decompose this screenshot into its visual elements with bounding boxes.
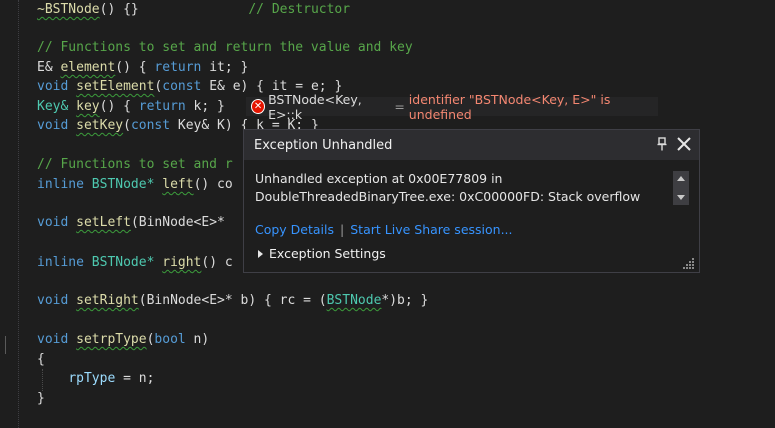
code-line-destructor[interactable]: ~BSTNode() {} // Destructor bbox=[37, 0, 350, 19]
scroll-up-icon[interactable] bbox=[677, 176, 685, 181]
error-symbol: BSTNode<Key, E>::k bbox=[268, 91, 362, 122]
popup-title: Exception Unhandled bbox=[254, 137, 393, 153]
code-line-key[interactable]: Key& key() { return k; } bbox=[37, 97, 225, 116]
function-name: left bbox=[162, 177, 194, 192]
type-name: E& bbox=[37, 60, 53, 75]
type-name: BSTNode* bbox=[91, 177, 155, 192]
code-line-comment-2[interactable]: // Functions to set and r bbox=[37, 155, 233, 174]
comment: // Functions to set and return the value… bbox=[37, 40, 413, 55]
comment: // Functions to set and r bbox=[37, 157, 233, 172]
scroll-down-icon[interactable] bbox=[677, 195, 685, 200]
function-name: right bbox=[162, 255, 202, 270]
exception-unhandled-popup: Exception Unhandled Unhandled exception … bbox=[243, 129, 700, 273]
live-share-link[interactable]: Start Live Share session... bbox=[350, 222, 512, 237]
function-name: setLeft bbox=[76, 215, 131, 230]
code-text: () { bbox=[99, 99, 139, 114]
variable-name: rpType bbox=[68, 371, 116, 386]
code-text: () c bbox=[201, 255, 233, 270]
code-text: () { bbox=[115, 60, 155, 75]
code-text: = n; bbox=[115, 371, 155, 386]
code-line-close-brace[interactable]: } bbox=[37, 389, 45, 408]
code-line-open-brace[interactable]: { bbox=[37, 350, 45, 369]
expand-triangle-icon bbox=[258, 249, 263, 258]
link-separator: | bbox=[340, 222, 345, 237]
exception-message-line-2: DoubleThreadedBinaryTree.exe: 0xC00000FD… bbox=[255, 189, 641, 204]
type-name: BSTNode* bbox=[91, 255, 155, 270]
code-line-set-left[interactable]: void setLeft(BinNode<E>* bbox=[37, 213, 233, 232]
comment: // Destructor bbox=[248, 2, 351, 17]
code-text: k; } bbox=[185, 99, 225, 114]
copy-details-link[interactable]: Copy Details bbox=[255, 222, 334, 237]
exception-settings-label: Exception Settings bbox=[269, 246, 386, 261]
error-quick-info: ✕ BSTNode<Key, E>::k = identifier "BSTNo… bbox=[246, 92, 658, 122]
popup-header: Exception Unhandled bbox=[244, 130, 699, 160]
brace: { bbox=[37, 352, 45, 367]
pin-icon[interactable] bbox=[655, 137, 669, 153]
keyword: void bbox=[37, 118, 69, 133]
exception-message: Unhandled exception at 0x00E77809 in Dou… bbox=[244, 160, 699, 230]
code-line-set-right[interactable]: void setRight(BinNode<E>* b) { rc = (BST… bbox=[37, 291, 428, 310]
function-name: element bbox=[60, 60, 116, 75]
code-text: ( bbox=[123, 118, 131, 133]
close-icon[interactable] bbox=[675, 135, 693, 153]
keyword: void bbox=[37, 293, 69, 308]
code-line-right[interactable]: inline BSTNode* right() c bbox=[37, 253, 233, 272]
message-scrollbar[interactable] bbox=[673, 171, 689, 205]
keyword: return bbox=[138, 99, 186, 114]
code-text: (BinNode<E>* b) { rc = ( bbox=[138, 293, 327, 308]
keyword: inline bbox=[37, 255, 84, 270]
popup-links: Copy Details | Start Live Share session.… bbox=[255, 222, 513, 237]
keyword: inline bbox=[37, 177, 84, 192]
function-name: setElement bbox=[76, 79, 155, 94]
code-text: n) bbox=[185, 332, 210, 347]
error-equals: = bbox=[394, 99, 405, 114]
keyword: bool bbox=[154, 332, 186, 347]
code-line-set-rp-type[interactable]: void setrpType(bool n) bbox=[37, 330, 209, 349]
type-name: BSTNode bbox=[326, 293, 382, 308]
fold-marker[interactable] bbox=[5, 336, 6, 354]
code-text: (BinNode<E>* bbox=[130, 215, 233, 230]
function-name: setrpType bbox=[76, 332, 147, 347]
brace: } bbox=[37, 391, 45, 406]
error-message: identifier "BSTNode<Key, E>" is undefine… bbox=[408, 91, 611, 122]
exception-settings-expander[interactable]: Exception Settings bbox=[258, 246, 386, 261]
destructor-name: ~BSTNode bbox=[37, 2, 100, 17]
keyword: void bbox=[37, 79, 69, 94]
code-line-rp-type-assign[interactable]: rpType = n; bbox=[37, 369, 154, 388]
pin-icon-glyph bbox=[657, 137, 667, 151]
code-text: () {} bbox=[99, 2, 139, 17]
error-icon: ✕ bbox=[251, 99, 266, 114]
code-line-left[interactable]: inline BSTNode* left() co bbox=[37, 175, 233, 194]
keyword: void bbox=[37, 332, 69, 347]
keyword: const bbox=[130, 118, 171, 133]
keyword: const bbox=[162, 79, 202, 94]
function-name: setRight bbox=[76, 293, 139, 308]
close-icon-glyph bbox=[677, 137, 691, 151]
resize-grip-icon[interactable] bbox=[683, 257, 695, 269]
keyword: void bbox=[37, 215, 69, 230]
code-text: *)b; } bbox=[381, 293, 429, 308]
indent-guide bbox=[18, 0, 19, 428]
function-name: setKey bbox=[76, 118, 124, 133]
exception-message-line-1: Unhandled exception at 0x00E77809 in bbox=[255, 171, 503, 186]
code-line-element[interactable]: E& element() { return it; } bbox=[37, 58, 248, 77]
code-text: () co bbox=[193, 177, 233, 192]
code-text: it; } bbox=[201, 60, 249, 75]
type-name: Key& bbox=[37, 99, 69, 114]
keyword: return bbox=[154, 60, 202, 75]
code-line-comment[interactable]: // Functions to set and return the value… bbox=[37, 38, 413, 57]
function-name: key bbox=[76, 99, 100, 114]
